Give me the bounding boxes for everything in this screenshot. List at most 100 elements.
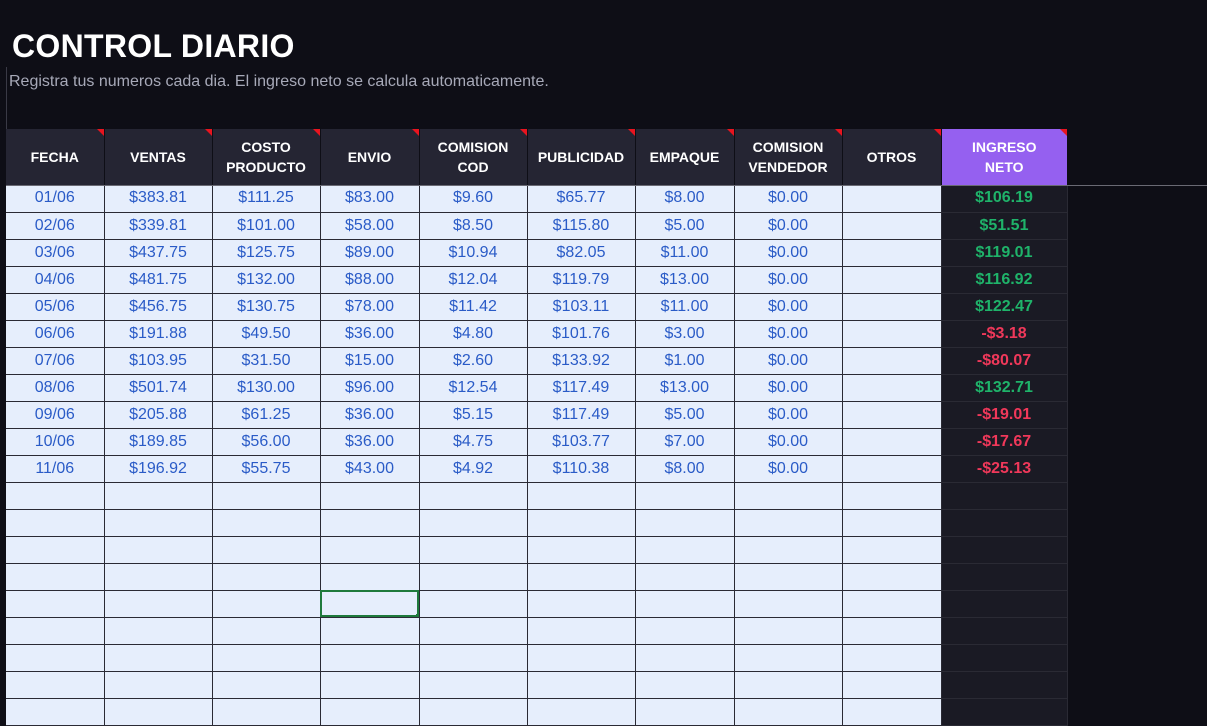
table-cell[interactable] [104, 617, 213, 645]
table-cell[interactable] [6, 617, 105, 645]
table-cell[interactable]: 10/06 [6, 428, 105, 456]
table-cell[interactable]: $456.75 [104, 293, 213, 321]
ingreso-neto-cell[interactable] [941, 617, 1068, 645]
table-cell[interactable]: 03/06 [6, 239, 105, 267]
table-cell[interactable] [734, 509, 843, 537]
table-cell[interactable] [842, 185, 942, 213]
table-cell[interactable]: 07/06 [6, 347, 105, 375]
table-cell[interactable] [212, 590, 321, 618]
table-cell[interactable]: $125.75 [212, 239, 321, 267]
table-cell[interactable] [104, 671, 213, 699]
table-cell[interactable] [527, 644, 636, 672]
ingreso-neto-cell[interactable]: $106.19 [941, 185, 1068, 213]
table-cell[interactable] [734, 671, 843, 699]
table-cell[interactable]: 11/06 [6, 455, 105, 483]
table-cell[interactable] [842, 698, 942, 726]
table-cell[interactable]: 04/06 [6, 266, 105, 294]
table-cell[interactable]: $339.81 [104, 212, 213, 240]
table-cell[interactable] [320, 644, 420, 672]
column-header-ventas[interactable]: VENTAS [104, 129, 213, 185]
table-cell[interactable] [320, 617, 420, 645]
table-cell[interactable]: $65.77 [527, 185, 636, 213]
ingreso-neto-cell[interactable] [941, 563, 1068, 591]
column-header-comision-cod[interactable]: COMISION COD [419, 129, 528, 185]
table-cell[interactable]: $437.75 [104, 239, 213, 267]
table-cell[interactable]: 09/06 [6, 401, 105, 429]
table-cell[interactable]: $49.50 [212, 320, 321, 348]
table-cell[interactable]: $7.00 [635, 428, 735, 456]
ingreso-neto-cell[interactable] [941, 509, 1068, 537]
table-cell[interactable] [320, 509, 420, 537]
column-header-envio[interactable]: ENVIO [320, 129, 420, 185]
table-cell[interactable] [842, 239, 942, 267]
table-cell[interactable] [212, 671, 321, 699]
table-cell[interactable]: $0.00 [734, 455, 843, 483]
table-cell[interactable]: $5.00 [635, 212, 735, 240]
table-cell[interactable] [419, 536, 528, 564]
table-cell[interactable] [212, 617, 321, 645]
table-cell[interactable] [527, 509, 636, 537]
table-cell[interactable]: $43.00 [320, 455, 420, 483]
table-cell[interactable]: $58.00 [320, 212, 420, 240]
table-cell[interactable] [212, 509, 321, 537]
table-cell[interactable]: $8.00 [635, 185, 735, 213]
table-cell[interactable]: $133.92 [527, 347, 636, 375]
table-cell[interactable]: $96.00 [320, 374, 420, 402]
selected-cell[interactable] [320, 590, 420, 618]
table-cell[interactable]: $5.00 [635, 401, 735, 429]
table-cell[interactable]: $0.00 [734, 347, 843, 375]
table-cell[interactable]: $11.00 [635, 239, 735, 267]
table-cell[interactable] [320, 671, 420, 699]
table-cell[interactable] [842, 428, 942, 456]
table-cell[interactable]: $9.60 [419, 185, 528, 213]
table-cell[interactable]: $55.75 [212, 455, 321, 483]
table-cell[interactable]: $0.00 [734, 266, 843, 294]
table-cell[interactable]: $0.00 [734, 320, 843, 348]
table-cell[interactable] [6, 482, 105, 510]
table-cell[interactable] [320, 563, 420, 591]
table-cell[interactable] [6, 590, 105, 618]
ingreso-neto-cell[interactable]: -$3.18 [941, 320, 1068, 348]
table-cell[interactable]: 01/06 [6, 185, 105, 213]
table-cell[interactable]: $4.80 [419, 320, 528, 348]
table-cell[interactable] [842, 455, 942, 483]
ingreso-neto-cell[interactable]: $51.51 [941, 212, 1068, 240]
table-cell[interactable]: $36.00 [320, 401, 420, 429]
table-cell[interactable] [734, 617, 843, 645]
table-cell[interactable] [104, 563, 213, 591]
table-cell[interactable] [842, 374, 942, 402]
table-cell[interactable] [842, 590, 942, 618]
table-cell[interactable]: $119.79 [527, 266, 636, 294]
table-cell[interactable] [527, 536, 636, 564]
ingreso-neto-cell[interactable]: -$25.13 [941, 455, 1068, 483]
table-cell[interactable] [734, 482, 843, 510]
table-cell[interactable] [527, 698, 636, 726]
table-cell[interactable] [6, 536, 105, 564]
ingreso-neto-cell[interactable]: -$80.07 [941, 347, 1068, 375]
table-cell[interactable]: $88.00 [320, 266, 420, 294]
table-cell[interactable] [419, 590, 528, 618]
table-cell[interactable]: $101.00 [212, 212, 321, 240]
table-cell[interactable]: $101.76 [527, 320, 636, 348]
table-cell[interactable] [6, 698, 105, 726]
table-cell[interactable]: $8.50 [419, 212, 528, 240]
table-cell[interactable]: $36.00 [320, 320, 420, 348]
table-cell[interactable]: $205.88 [104, 401, 213, 429]
table-cell[interactable]: $31.50 [212, 347, 321, 375]
table-cell[interactable]: $36.00 [320, 428, 420, 456]
table-cell[interactable] [6, 671, 105, 699]
table-cell[interactable]: $83.00 [320, 185, 420, 213]
table-cell[interactable]: $103.11 [527, 293, 636, 321]
table-cell[interactable] [734, 698, 843, 726]
table-cell[interactable]: $103.77 [527, 428, 636, 456]
table-cell[interactable]: $0.00 [734, 401, 843, 429]
table-cell[interactable] [734, 644, 843, 672]
table-cell[interactable] [635, 563, 735, 591]
fill-handle-icon[interactable] [415, 613, 418, 616]
table-cell[interactable]: $501.74 [104, 374, 213, 402]
table-cell[interactable] [212, 563, 321, 591]
table-cell[interactable]: $115.80 [527, 212, 636, 240]
table-cell[interactable] [6, 563, 105, 591]
table-cell[interactable]: $10.94 [419, 239, 528, 267]
table-cell[interactable]: $117.49 [527, 374, 636, 402]
